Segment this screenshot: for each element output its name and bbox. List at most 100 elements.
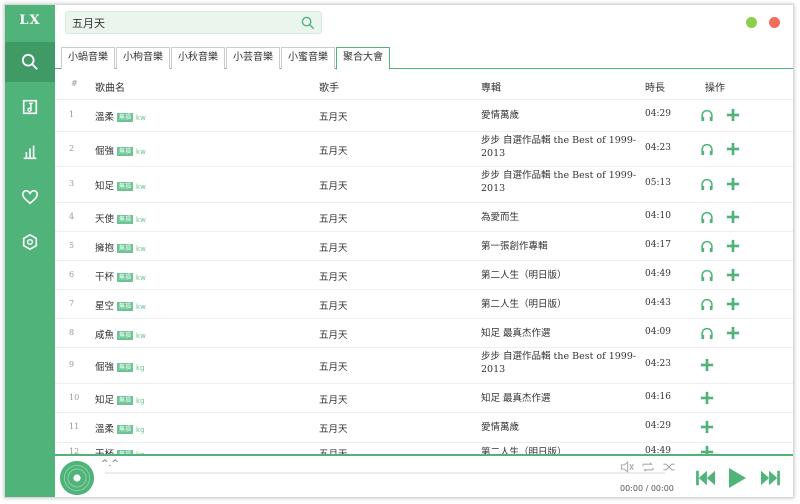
search-box[interactable] <box>65 11 322 34</box>
playback-time: 00:00 / 00:00 <box>620 484 674 493</box>
headphones-icon[interactable] <box>700 298 714 311</box>
nav-favorites[interactable] <box>5 177 55 217</box>
album-name[interactable]: 步步 自選作品輯 the Best of 1999-2013 <box>481 134 641 160</box>
song-name[interactable]: 咸魚 <box>95 330 114 341</box>
artist-name[interactable]: 五月天 <box>319 109 348 123</box>
add-icon[interactable] <box>726 108 740 122</box>
heart-icon <box>21 189 39 205</box>
add-icon[interactable] <box>700 358 714 372</box>
album-name[interactable]: 知足 最真杰作選 <box>481 392 641 405</box>
artist-name[interactable]: 五月天 <box>319 178 348 192</box>
table-row[interactable]: 5 擁抱 無損 kw 五月天 第一張創作專輯 04:17 <box>55 231 793 260</box>
artist-name[interactable]: 五月天 <box>319 240 348 254</box>
song-name[interactable]: 溫柔 <box>95 424 114 435</box>
add-icon[interactable] <box>726 326 740 340</box>
song-name[interactable]: 天使 <box>95 214 114 225</box>
minimize-button[interactable] <box>746 17 757 28</box>
table-row[interactable]: 3 知足 無損 kw 五月天 步步 自選作品輯 the Best of 1999-2013… <box>55 166 793 202</box>
headphones-icon[interactable] <box>700 178 714 191</box>
no-sound-icon[interactable] <box>620 461 634 473</box>
song-name-cell: 擁抱 無損 kw <box>95 240 146 254</box>
artist-name[interactable]: 五月天 <box>319 327 348 341</box>
song-name[interactable]: 倔強 <box>95 362 114 373</box>
table-row[interactable]: 10 知足 無損 kg 五月天 知足 最真杰作選 04:16 <box>55 383 793 412</box>
album-name[interactable]: 愛情萬歲 <box>481 109 641 122</box>
tab-aggregate[interactable]: 聚合大會 <box>336 47 390 70</box>
album-name[interactable]: 愛情萬歲 <box>481 421 641 434</box>
row-number: 5 <box>69 241 75 250</box>
row-number: 6 <box>69 270 75 279</box>
add-icon[interactable] <box>726 268 740 282</box>
artist-name[interactable]: 五月天 <box>319 392 348 406</box>
vinyl-disc-icon[interactable] <box>59 460 95 496</box>
song-name[interactable]: 干杯 <box>95 272 114 283</box>
add-icon[interactable] <box>726 239 740 253</box>
table-row[interactable]: 9 倔強 無損 kg 五月天 步步 自選作品輯 the Best of 1999-2013… <box>55 347 793 383</box>
nav-search[interactable] <box>5 42 55 82</box>
album-name[interactable]: 知足 最真杰作選 <box>481 327 641 340</box>
add-icon[interactable] <box>700 420 714 434</box>
table-row[interactable]: 11 溫柔 無損 kg 五月天 愛情萬歲 04:29 <box>55 412 793 442</box>
play-icon[interactable] <box>727 467 747 489</box>
row-number: 2 <box>69 144 75 153</box>
headphones-icon[interactable] <box>700 211 714 224</box>
headphones-icon[interactable] <box>700 240 714 253</box>
app-window: LX 小蝸音樂 小枸音樂 小秋音樂 小芸音樂 小蜜音樂 聚合大會 <box>4 4 794 498</box>
artist-name[interactable]: 五月天 <box>319 298 348 312</box>
progress-bar[interactable] <box>105 472 665 474</box>
lossless-badge: 無損 <box>117 113 134 122</box>
album-name[interactable]: 為愛而生 <box>481 211 641 224</box>
table-row[interactable]: 7 星空 無損 kw 五月天 第二人生（明日版） 04:43 <box>55 289 793 318</box>
tab-source-3[interactable]: 小秋音樂 <box>171 47 225 69</box>
artist-name[interactable]: 五月天 <box>319 211 348 225</box>
song-name-cell: 星空 無損 kw <box>95 298 146 312</box>
close-button[interactable] <box>769 17 780 28</box>
artist-name[interactable]: 五月天 <box>319 421 348 435</box>
headphones-icon[interactable] <box>700 109 714 122</box>
duration: 04:23 <box>645 143 671 153</box>
headphones-icon[interactable] <box>700 327 714 340</box>
song-name[interactable]: 溫柔 <box>95 112 114 123</box>
nav-settings[interactable] <box>5 222 55 262</box>
nav-playlist[interactable] <box>5 87 55 127</box>
search-input[interactable] <box>72 14 297 32</box>
headphones-icon[interactable] <box>700 269 714 282</box>
table-row[interactable]: 6 干杯 無損 kw 五月天 第二人生（明日版） 04:49 <box>55 260 793 289</box>
next-track-icon[interactable] <box>759 469 781 487</box>
album-name[interactable]: 第一張創作專輯 <box>481 240 641 253</box>
table-row[interactable]: 1 溫柔 無損 kw 五月天 愛情萬歲 04:29 <box>55 99 793 131</box>
search-icon[interactable] <box>301 16 315 30</box>
lossless-badge: 無損 <box>117 182 134 191</box>
song-name[interactable]: 知足 <box>95 181 114 192</box>
table-row[interactable]: 8 咸魚 無損 kw 五月天 知足 最真杰作選 04:09 <box>55 318 793 347</box>
repeat-icon[interactable] <box>641 461 655 473</box>
nav-leaderboard[interactable] <box>5 132 55 172</box>
table-row[interactable]: 2 倔強 無損 kw 五月天 步步 自選作品輯 the Best of 1999-2013… <box>55 131 793 166</box>
tab-source-2[interactable]: 小枸音樂 <box>116 47 170 69</box>
song-name[interactable]: 倔強 <box>95 146 114 157</box>
previous-track-icon[interactable] <box>695 469 717 487</box>
lyric-text: ^.^ <box>101 459 119 469</box>
song-name[interactable]: 知足 <box>95 395 114 406</box>
album-name[interactable]: 步步 自選作品輯 the Best of 1999-2013 <box>481 350 641 376</box>
artist-name[interactable]: 五月天 <box>319 143 348 157</box>
tab-source-5[interactable]: 小蜜音樂 <box>281 47 335 69</box>
artist-name[interactable]: 五月天 <box>319 269 348 283</box>
tab-source-1[interactable]: 小蝸音樂 <box>61 47 115 69</box>
add-icon[interactable] <box>726 210 740 224</box>
tab-source-4[interactable]: 小芸音樂 <box>226 47 280 69</box>
table-row[interactable]: 4 天使 無損 kw 五月天 為愛而生 04:10 <box>55 202 793 231</box>
song-name[interactable]: 星空 <box>95 301 114 312</box>
add-icon[interactable] <box>726 297 740 311</box>
add-icon[interactable] <box>700 391 714 405</box>
song-name-cell: 知足 無損 kg <box>95 392 145 406</box>
album-name[interactable]: 步步 自選作品輯 the Best of 1999-2013 <box>481 169 641 195</box>
add-icon[interactable] <box>726 142 740 156</box>
headphones-icon[interactable] <box>700 143 714 156</box>
artist-name[interactable]: 五月天 <box>319 359 348 373</box>
album-name[interactable]: 第二人生（明日版） <box>481 298 641 311</box>
song-name[interactable]: 擁抱 <box>95 243 114 254</box>
add-icon[interactable] <box>726 177 740 191</box>
shuffle-icon[interactable] <box>662 461 676 473</box>
album-name[interactable]: 第二人生（明日版） <box>481 269 641 282</box>
